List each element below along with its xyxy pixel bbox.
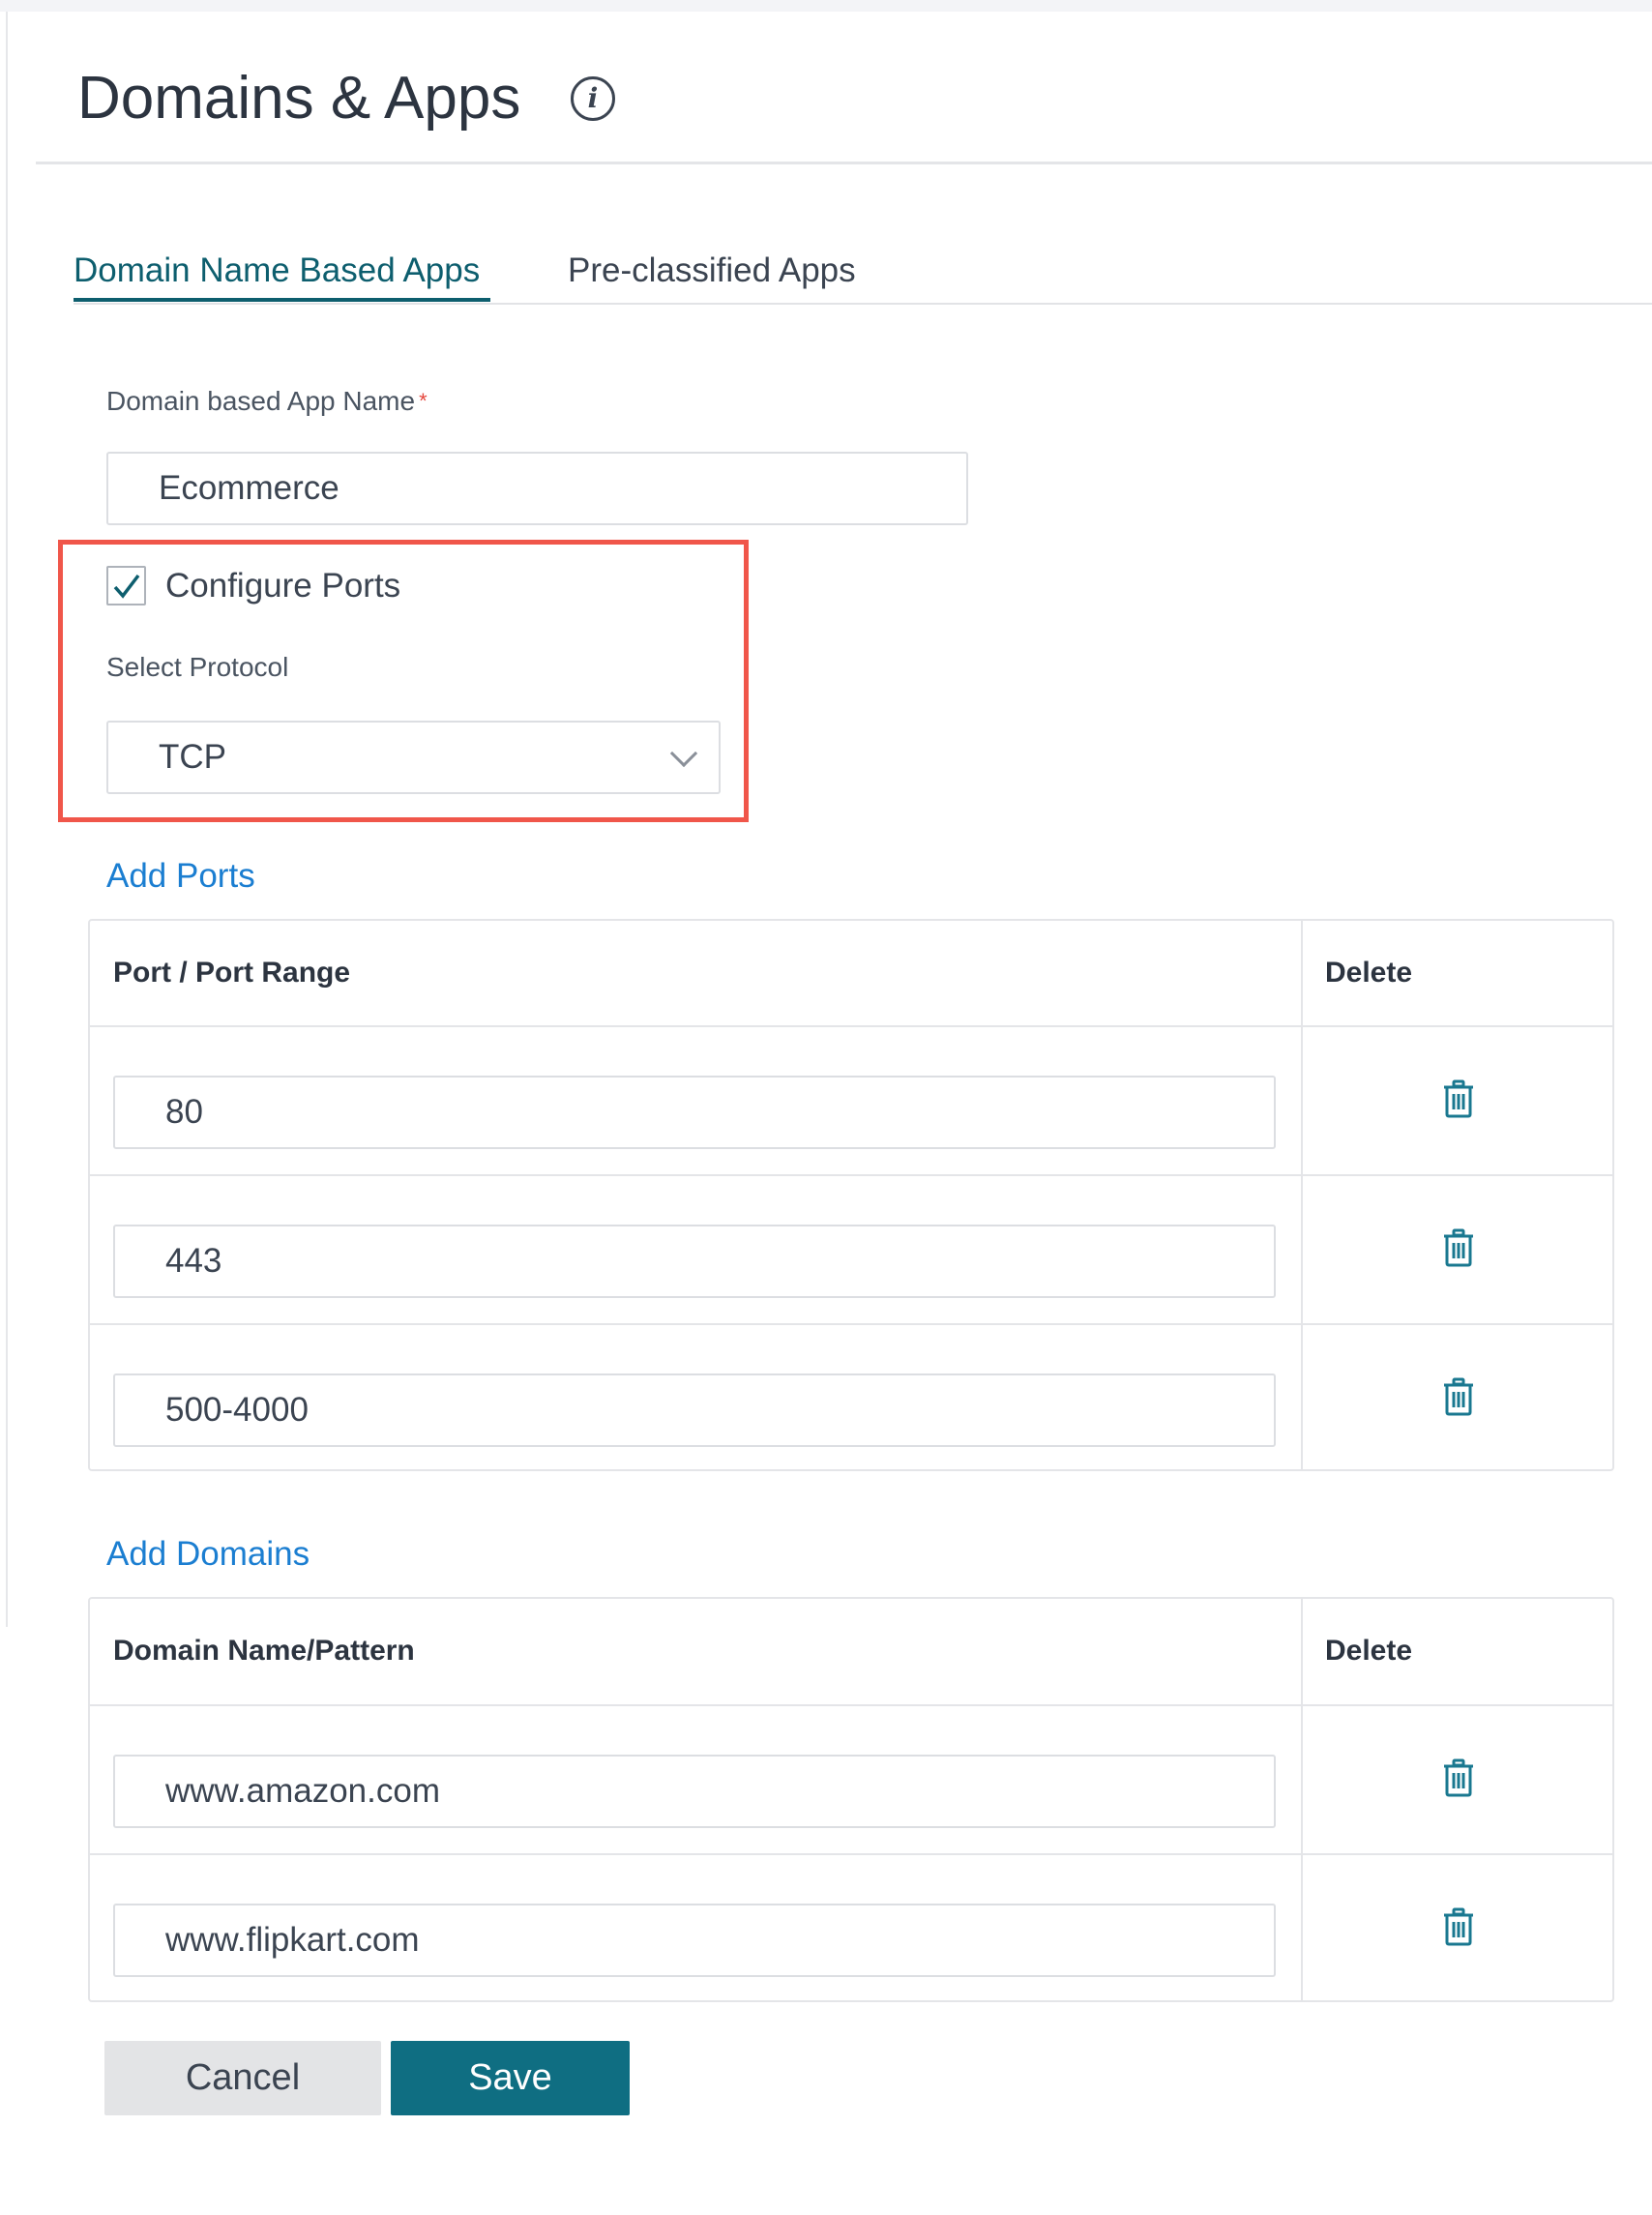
port-input[interactable]: 80 (113, 1076, 1276, 1149)
header-divider (36, 162, 1652, 164)
tab-domain-name-based-apps[interactable]: Domain Name Based Apps (74, 250, 480, 292)
port-value: 443 (165, 1242, 222, 1280)
top-bar (0, 0, 1652, 12)
trash-icon[interactable] (1442, 1228, 1475, 1267)
domain-value: www.flipkart.com (165, 1921, 420, 1959)
column-divider (1301, 1599, 1303, 2000)
checkmark-icon (113, 574, 139, 599)
add-domains-link[interactable]: Add Domains (106, 1533, 310, 1576)
row-divider (90, 1853, 1612, 1855)
chevron-down-icon (669, 739, 698, 768)
add-ports-link[interactable]: Add Ports (106, 855, 255, 898)
protocol-label: Select Protocol (106, 652, 289, 682)
port-value: 80 (165, 1093, 203, 1131)
row-divider (90, 1025, 1612, 1027)
trash-icon[interactable] (1442, 1377, 1475, 1416)
configure-ports-checkbox[interactable] (106, 566, 146, 605)
delete-column-header: Delete (1325, 957, 1413, 989)
port-input[interactable]: 443 (113, 1225, 1276, 1298)
domains-table: Domain Name/Pattern Delete www.amazon.co… (88, 1597, 1614, 2002)
port-input[interactable]: 500-4000 (113, 1373, 1276, 1447)
port-column-header: Port / Port Range (113, 957, 351, 989)
domain-input[interactable]: www.flipkart.com (113, 1904, 1276, 1977)
delete-column-header: Delete (1325, 1635, 1413, 1667)
domain-value: www.amazon.com (165, 1772, 440, 1810)
app-name-label-text: Domain based App Name (106, 386, 416, 416)
active-tab-underline (74, 298, 490, 302)
tab-bar-border (74, 303, 1652, 305)
cancel-button[interactable]: Cancel (104, 2041, 381, 2115)
domain-input[interactable]: www.amazon.com (113, 1755, 1276, 1828)
page-title: Domains & Apps (77, 65, 521, 132)
configure-ports-label[interactable]: Configure Ports (165, 565, 400, 607)
trash-icon[interactable] (1442, 1907, 1475, 1946)
app-name-label: Domain based App Name * (106, 385, 428, 418)
port-value: 500-4000 (165, 1391, 309, 1429)
info-icon[interactable]: i (571, 76, 615, 121)
app-name-value: Ecommerce (159, 469, 339, 507)
required-marker: * (419, 389, 428, 413)
left-border (6, 12, 8, 1627)
column-divider (1301, 921, 1303, 1469)
protocol-value: TCP (159, 738, 226, 776)
tab-pre-classified-apps[interactable]: Pre-classified Apps (568, 250, 856, 292)
trash-icon[interactable] (1442, 1079, 1475, 1118)
save-button[interactable]: Save (391, 2041, 630, 2115)
row-divider (90, 1704, 1612, 1706)
row-divider (90, 1174, 1612, 1176)
row-divider (90, 1323, 1612, 1325)
app-name-input[interactable]: Ecommerce (106, 452, 968, 525)
trash-icon[interactable] (1442, 1758, 1475, 1797)
domain-column-header: Domain Name/Pattern (113, 1635, 415, 1667)
ports-table: Port / Port Range Delete 80 443 500-4000 (88, 919, 1614, 1471)
protocol-select[interactable]: TCP (106, 721, 721, 794)
